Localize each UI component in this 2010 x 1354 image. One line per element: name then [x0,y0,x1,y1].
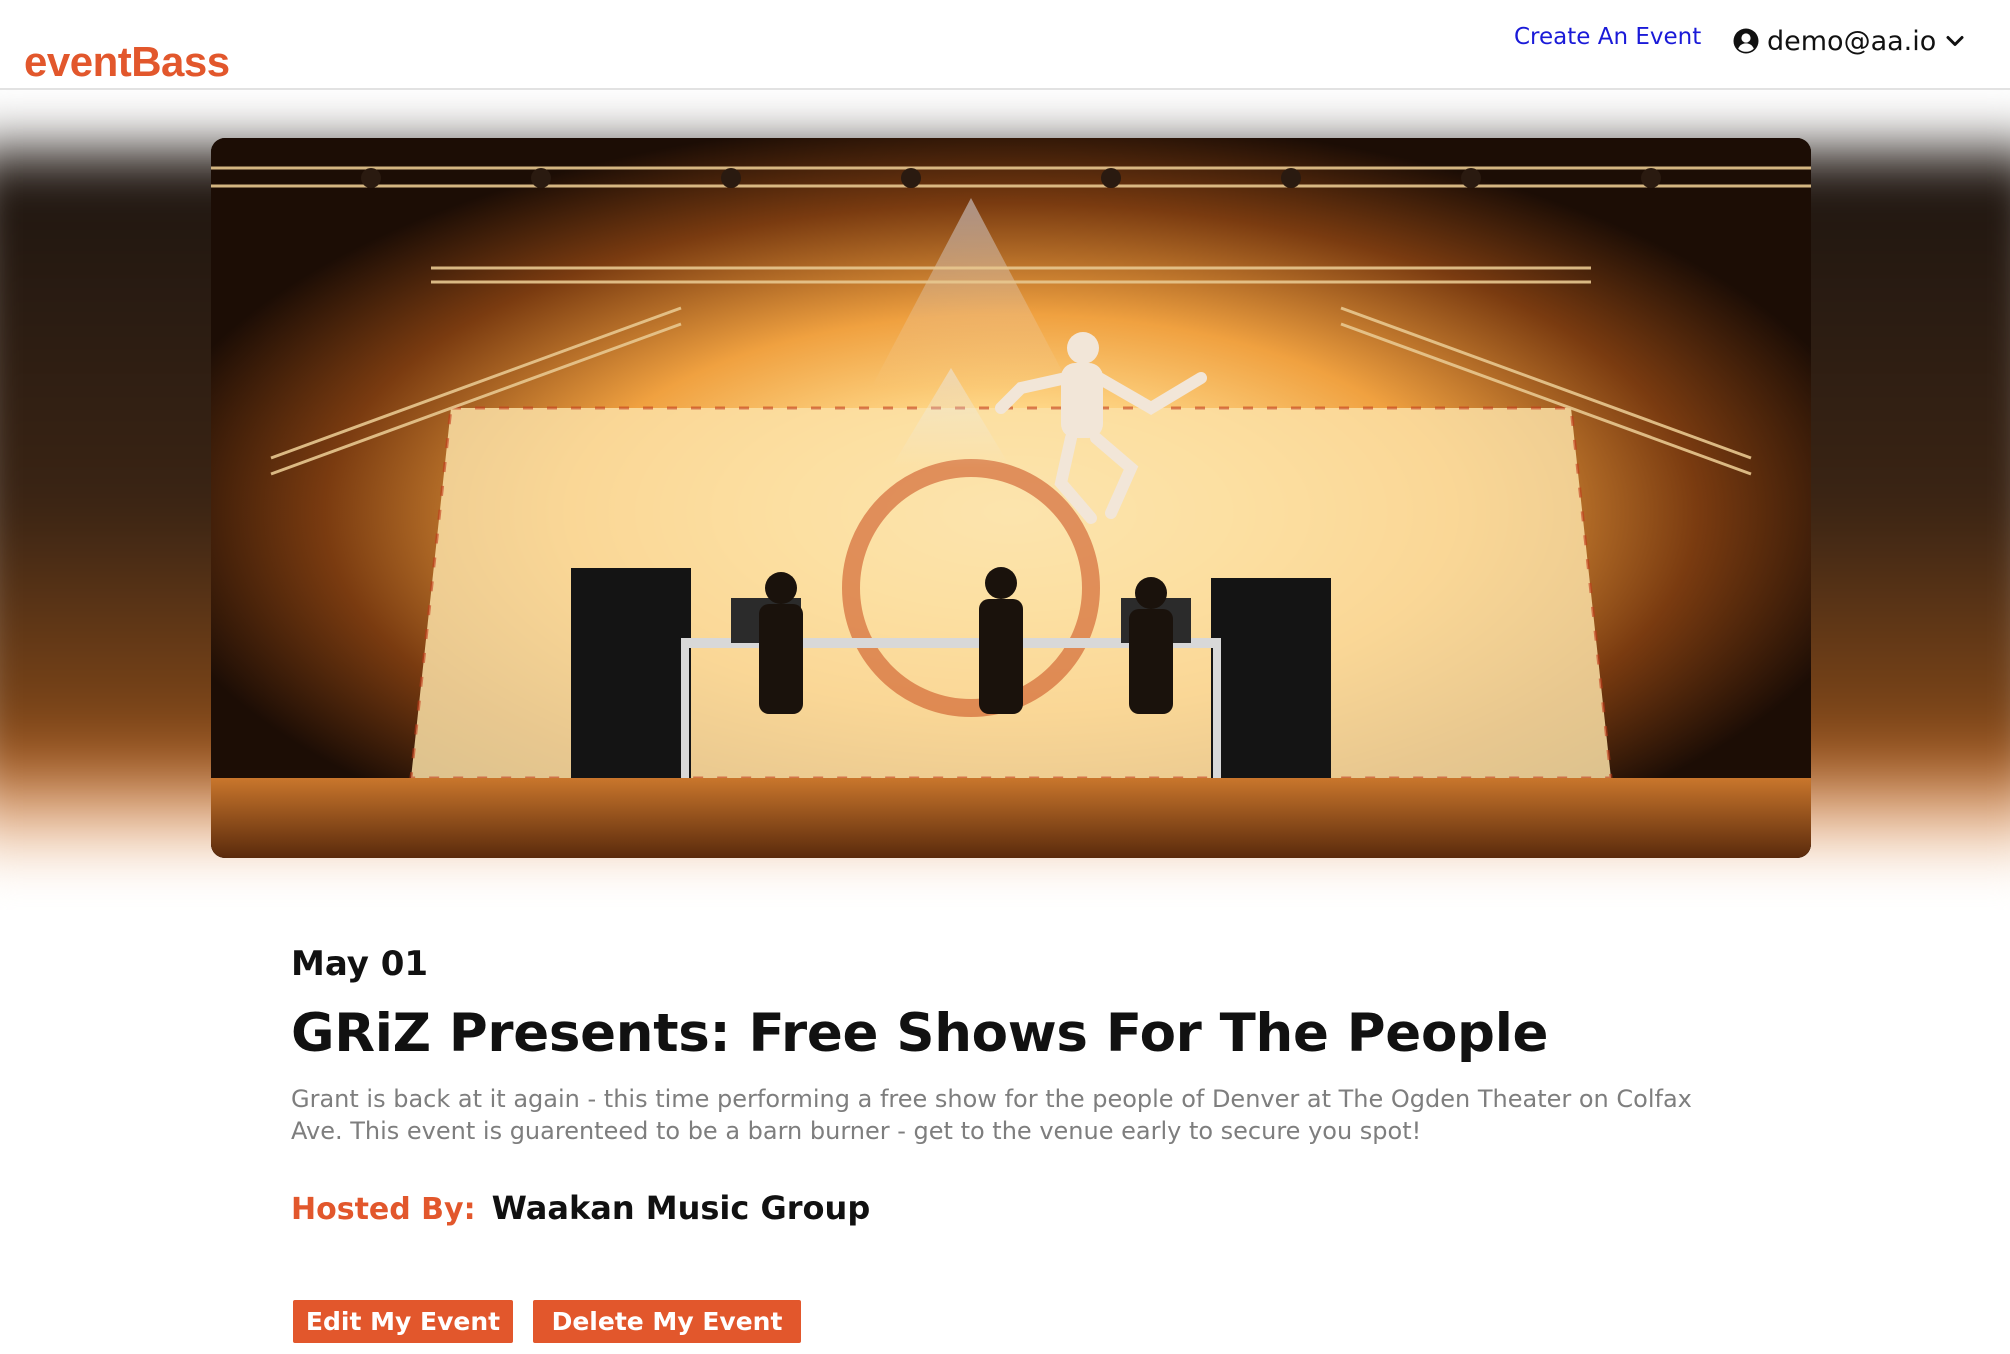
create-event-link[interactable]: Create An Event [1514,24,1701,50]
edit-event-button[interactable]: Edit My Event [293,1300,513,1343]
event-image [211,138,1811,858]
host-name: Waakan Music Group [491,1189,871,1227]
user-circle-icon [1733,28,1759,54]
user-email: demo@aa.io [1767,25,1937,57]
hero-banner [0,90,2010,910]
top-navbar: eventBass Create An Event demo@aa.io [0,0,2010,90]
delete-event-button[interactable]: Delete My Event [533,1300,801,1343]
event-description: Grant is back at it again - this time pe… [291,1085,1692,1145]
event-date: May 01 [291,944,429,984]
chevron-down-icon [1944,30,1966,52]
hosted-by-label: Hosted By: [291,1192,476,1227]
brand-logo[interactable]: eventBass [24,38,230,86]
event-title: GRiZ Presents: Free Shows For The People [291,1003,1549,1064]
hosted-by: Hosted By: Waakan Music Group [291,1189,870,1227]
user-menu[interactable]: demo@aa.io [1733,24,1966,58]
